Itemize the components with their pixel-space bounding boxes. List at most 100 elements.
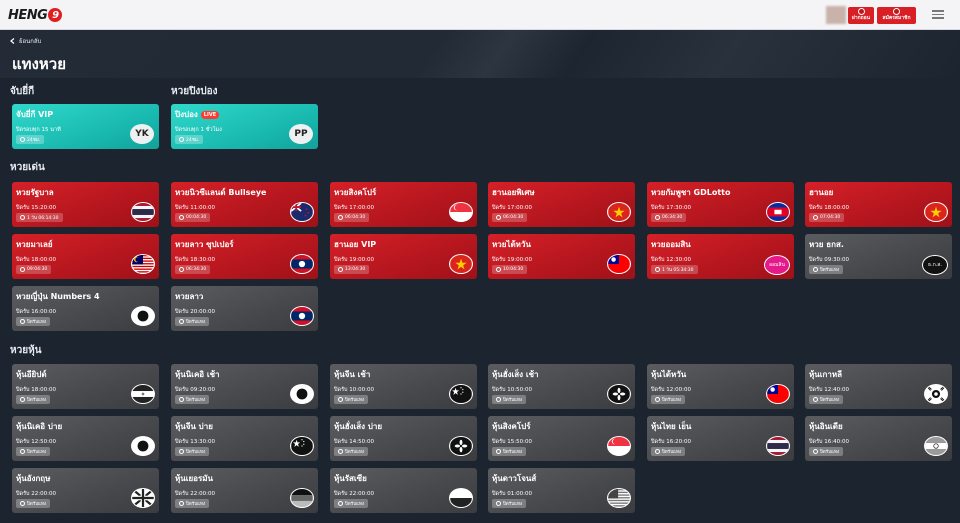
clock-icon xyxy=(496,215,501,220)
lottery-card[interactable]: หวยรัฐบาล ปิดรับ 15:20:00 1 วัน 06:14:30 xyxy=(12,182,159,227)
badge-text: 00:04:30 xyxy=(186,215,207,220)
user-avatar[interactable] xyxy=(826,6,846,24)
card-title: หวยนิวซีแลนด์ Bullseye xyxy=(175,188,267,197)
status-badge: 10:04:30 xyxy=(492,265,528,274)
lottery-card[interactable]: หุ้นเยอรมัน ปิดรับ 22:00:00 ปิดรับแทง xyxy=(171,468,318,513)
hongkong-flag-icon xyxy=(607,384,631,404)
lottery-card[interactable]: หวย ธกส. ปิดรับ 09:30:00 ปิดรับแทง ธ.ก.ส. xyxy=(805,234,952,279)
register-button[interactable]: สมัครสมาชิก xyxy=(877,7,916,24)
hongkong-flag-icon xyxy=(449,436,473,456)
card-close-time: ปิดรับ 22:00:00 xyxy=(175,491,215,497)
deposit-withdraw-button[interactable]: ฝากถอน xyxy=(848,7,874,24)
clock-icon xyxy=(496,397,501,402)
status-badge: ปิดรับแทง xyxy=(492,499,527,508)
laos-flag-icon xyxy=(290,254,314,274)
badge-text: ปิดรับแทง xyxy=(503,398,523,403)
hamburger-menu-icon[interactable] xyxy=(932,10,944,19)
heng99-logo[interactable]: HENG 9 xyxy=(8,5,63,25)
lottery-card[interactable]: หุ้นรัสเซีย ปิดรับ 22:00:00 ปิดรับแทง xyxy=(330,468,477,513)
vietnam-flag-icon xyxy=(607,202,631,222)
card-close-time: ปิดรับ 18:00:00 xyxy=(16,257,56,263)
lottery-card[interactable]: ฮานอย ปิดรับ 18:00:00 07:04:30 xyxy=(805,182,952,227)
pp-icon: PP xyxy=(289,124,313,144)
lottery-card[interactable]: หวยมาเลย์ ปิดรับ 18:00:00 09:04:30 xyxy=(12,234,159,279)
card-title: หวยกัมพูชา GDLotto xyxy=(651,188,731,197)
card-title: หุ้นไทย เย็น xyxy=(651,422,692,431)
russia-flag-icon xyxy=(449,488,473,508)
egypt-flag-icon xyxy=(131,384,155,404)
card-title: หวยลาว ซุปเปอร์ xyxy=(175,240,234,249)
lottery-card[interactable]: หุ้นฮั่งเส็ง เช้า ปิดรับ 10:50:00 ปิดรับแท… xyxy=(488,364,635,409)
lottery-card[interactable]: หวยญี่ปุ่น Numbers 4 ปิดรับ 16:00:00 ปิดรั… xyxy=(12,286,159,331)
card-close-time: ปิดรับ 19:00:00 xyxy=(334,257,374,263)
japan-flag-icon xyxy=(131,436,155,456)
card-title: หวยไต้หวัน xyxy=(492,240,531,249)
card-title: หวยออมสิน xyxy=(651,240,691,249)
status-badge: ปิดรับแทง xyxy=(809,447,844,456)
lottery-card[interactable]: หวยสิงคโปร์ ปิดรับ 17:00:00 06:04:30 xyxy=(330,182,477,227)
lottery-card-yeekee-vip[interactable]: จับยี่กี VIP ปิดรอบทุก 15 นาที 24ชม. YK xyxy=(12,104,159,149)
card-title: หวยลาว xyxy=(175,292,204,301)
card-close-time: ปิดรับ 12:40:00 xyxy=(809,387,849,393)
cambodia-flag-icon xyxy=(766,202,790,222)
card-close-time: ปิดรับ 17:00:00 xyxy=(334,205,374,211)
status-badge: ปิดรับแทง xyxy=(334,499,369,508)
status-badge: 06:34:30 xyxy=(651,213,687,222)
card-close-time: ปิดรับ 11:00:00 xyxy=(175,205,215,211)
badge-text: 13:04:30 xyxy=(345,267,366,272)
badge-text: ปิดรับแทง xyxy=(27,320,47,325)
status-badge: ปิดรับแทง xyxy=(809,265,844,274)
lottery-card[interactable]: หุ้นอินเดีย ปิดรับ 16:40:00 ปิดรับแทง xyxy=(805,416,952,461)
card-title: หวยญี่ปุ่น Numbers 4 xyxy=(16,292,100,301)
lottery-card[interactable]: หุ้นอียิปต์ ปิดรับ 18:00:00 ปิดรับแทง xyxy=(12,364,159,409)
badge-text: ปิดรับแทง xyxy=(27,502,47,507)
header-background xyxy=(0,30,960,78)
lottery-card[interactable]: หวยลาวปิดรับ 20:00:00 ปิดรับแทง xyxy=(171,286,318,331)
status-badge: ปิดรับแทง xyxy=(492,395,527,404)
clock-icon xyxy=(338,501,343,506)
top-navbar: HENG 9 ฝากถอน สมัครสมาชิก xyxy=(0,0,960,30)
lottery-card[interactable]: หุ้นสิงคโปร์ ปิดรับ 15:50:00 ปิดรับแทง xyxy=(488,416,635,461)
lottery-card[interactable]: หวยกัมพูชา GDLotto ปิดรับ 17:30:00 06:34:3… xyxy=(647,182,794,227)
lottery-card[interactable]: หวยไต้หวัน ปิดรับ 19:00:00 10:04:30 xyxy=(488,234,635,279)
lottery-card[interactable]: ฮานอย VIP ปิดรับ 19:00:00 13:04:30 xyxy=(330,234,477,279)
lottery-card[interactable]: หุ้นฮั่งเส็ง บ่าย ปิดรับ 14:50:00 ปิดรับแท… xyxy=(330,416,477,461)
live-badge: LIVE xyxy=(200,110,220,119)
card-close-time: ปิดรับ 20:00:00 xyxy=(175,309,215,315)
lottery-card[interactable]: หวยลาว ซุปเปอร์ ปิดรับ 18:30:00 06:34:30 xyxy=(171,234,318,279)
lottery-card[interactable]: หวยออมสิน ปิดรับ 12:30:00 1 วัน 05:34:30 ออ… xyxy=(647,234,794,279)
singapore-flag-icon xyxy=(607,436,631,456)
clock-icon xyxy=(496,501,501,506)
badge-text: ปิดรับแทง xyxy=(186,320,206,325)
badge-text: ปิดรับแทง xyxy=(345,398,365,403)
clock-icon xyxy=(813,449,818,454)
lottery-card[interactable]: หุ้นจีน เช้า ปิดรับ 10:00:00 ปิดรับแทง xyxy=(330,364,477,409)
card-title: จับยี่กี VIP xyxy=(16,110,54,119)
back-link[interactable]: ย้อนกลับ xyxy=(10,36,41,46)
china-flag-icon xyxy=(449,384,473,404)
lottery-card[interactable]: หุ้นอังกฤษ ปิดรับ 22:00:00 ปิดรับแทง xyxy=(12,468,159,513)
lottery-card[interactable]: หุ้นไต้หวัน ปิดรับ 12:00:00 ปิดรับแทง xyxy=(647,364,794,409)
clock-icon xyxy=(20,137,25,142)
lottery-card[interactable]: หุ้นนิเคอิ บ่าย ปิดรับ 12:50:00 ปิดรับแทง xyxy=(12,416,159,461)
clock-icon xyxy=(496,449,501,454)
status-badge: ปิดรับแทง xyxy=(16,317,51,326)
lottery-card[interactable]: หุ้นดาวโจนส์ ปิดรับ 01:00:00 ปิดรับแทง xyxy=(488,468,635,513)
lottery-card[interactable]: หุ้นจีน บ่าย ปิดรับ 13:30:00 ปิดรับแทง xyxy=(171,416,318,461)
vietnam-flag-icon xyxy=(449,254,473,274)
badge-text: 10:04:30 xyxy=(503,267,524,272)
lottery-card[interactable]: หุ้นไทย เย็น ปิดรับ 16:20:00 ปิดรับแทง xyxy=(647,416,794,461)
card-close-time: ปิดรับ 09:20:00 xyxy=(175,387,215,393)
lottery-card[interactable]: หุ้นเกาหลี ปิดรับ 12:40:00 ปิดรับแทง xyxy=(805,364,952,409)
lottery-card[interactable]: ฮานอยพิเศษ ปิดรับ 17:00:00 06:04:30 xyxy=(488,182,635,227)
clock-icon xyxy=(655,267,660,272)
taiwan-flag-icon xyxy=(607,254,631,274)
clock-icon xyxy=(338,215,343,220)
lottery-card[interactable]: หวยนิวซีแลนด์ Bullseye ปิดรับ 11:00:00 00:… xyxy=(171,182,318,227)
status-badge: ปิดรับแทง xyxy=(334,447,369,456)
card-close-time: ปิดรับ 15:50:00 xyxy=(492,439,532,445)
lottery-card-pingpong[interactable]: ปิงปอง LIVE ปิดรอบทุก 1 ชั่วโมง 24ชม. PP xyxy=(171,104,318,149)
card-title: ฮานอยพิเศษ xyxy=(492,188,535,197)
card-close-time: ปิดรับ 18:00:00 xyxy=(809,205,849,211)
lottery-card[interactable]: หุ้นนิเคอิ เช้า ปิดรับ 09:20:00 ปิดรับแทง xyxy=(171,364,318,409)
